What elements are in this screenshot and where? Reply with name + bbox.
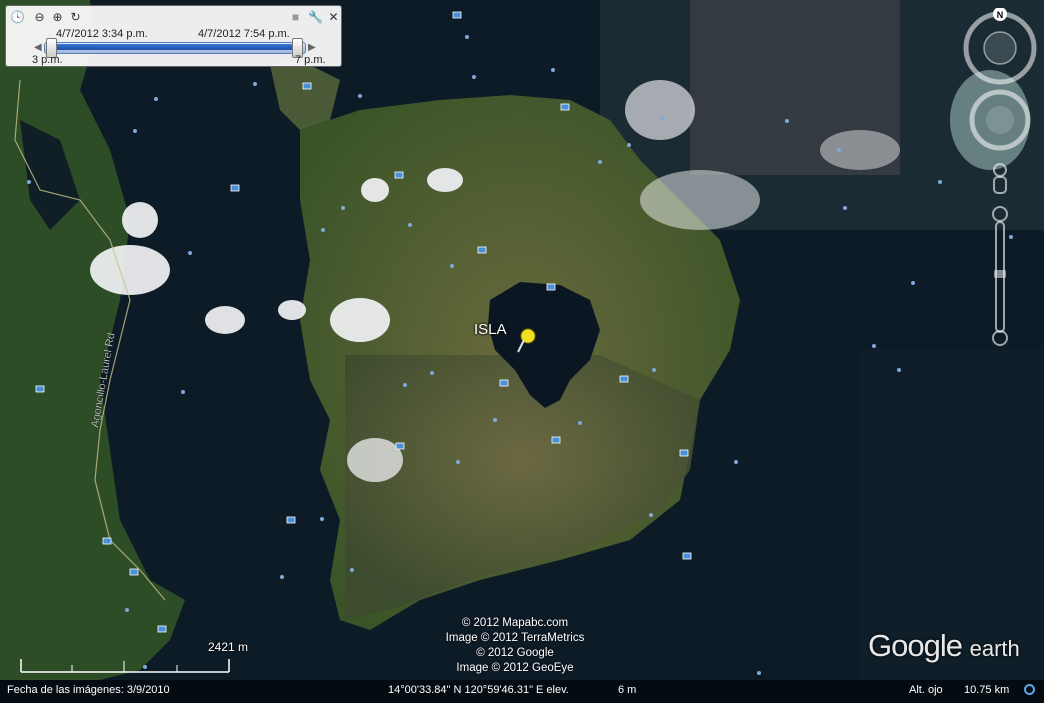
google-earth-logo: Google earth [868,628,1020,663]
eye-alt-label: Alt. ojo [909,684,943,696]
scale-bar [20,659,230,673]
place-label-isla[interactable]: ISLA [474,321,507,338]
credit-line: Image © 2012 GeoEye [456,662,574,674]
range-end-label: 7 p.m. [295,54,326,66]
svg-text:N: N [997,10,1004,20]
move-control[interactable] [969,89,1031,151]
time-slider-panel: 🕓 ⊖ ⊕ ↻ ■ 🔧 ✕ 4/7/2012 3:34 p.m. 4/7/201… [5,5,342,67]
north-indicator[interactable]: N [993,8,1007,21]
navigation-controls: N [963,8,1037,346]
time-end-label: 4/7/2012 7:54 p.m. [198,28,290,40]
satellite-map[interactable]: Agoncillo-Laurel Rd [0,0,1044,703]
look-around-control[interactable] [963,11,1037,85]
credit-line: © 2012 Google [476,647,554,659]
coordinates-readout: 14°00'33.84" N 120°59'46.31" E elev. [388,684,569,696]
animation-settings-icon[interactable]: ↻ [68,10,83,25]
streaming-status-icon [1024,684,1035,695]
credit-line: Image © 2012 TerraMetrics [445,632,585,644]
elevation-readout: 6 m [618,684,637,696]
scale-label: 2421 m [208,640,249,654]
zoom-out-time-icon[interactable]: ⊖ [32,10,47,25]
credit-line: © 2012 Mapabc.com [461,617,569,629]
eye-alt-value: 10.75 km [964,684,1010,696]
record-icon[interactable]: ■ [288,10,303,25]
imagery-credits: © 2012 Mapabc.com Image © 2012 TerraMetr… [430,616,600,676]
close-icon[interactable]: ✕ [326,10,341,25]
imagery-date: Fecha de las imágenes: 3/9/2010 [7,684,170,696]
clock-icon[interactable]: 🕓 [10,10,25,25]
range-start-label: 3 p.m. [32,54,63,66]
time-start-label: 4/7/2012 3:34 p.m. [56,28,148,40]
step-back-icon[interactable]: ◀ [34,42,42,53]
zoom-in-time-icon[interactable]: ⊕ [50,10,65,25]
time-slider-range [52,44,302,50]
step-forward-icon[interactable]: ▶ [308,42,316,53]
wrench-icon[interactable]: 🔧 [308,10,323,25]
zoom-slider[interactable] [992,206,1008,346]
street-view-pegman-icon[interactable] [993,163,1007,194]
